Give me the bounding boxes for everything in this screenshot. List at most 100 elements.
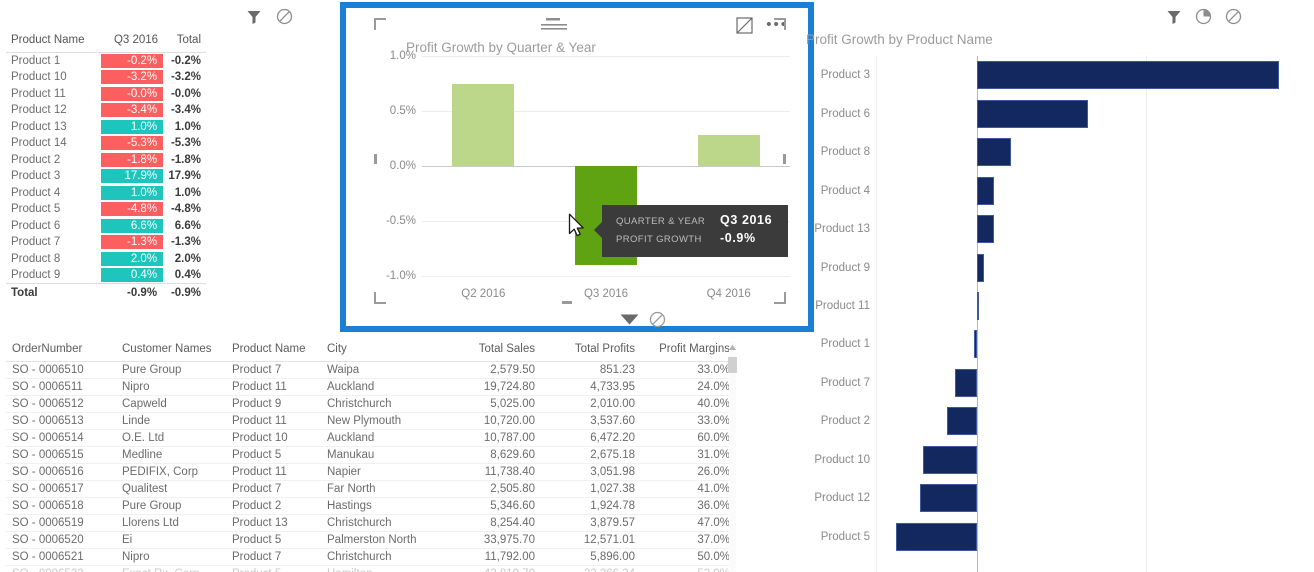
category-tick[interactable]: Product 1 (821, 338, 870, 350)
no-entry-icon[interactable] (649, 311, 666, 328)
horizontal-bar[interactable] (977, 61, 1279, 90)
chart-title: Profit Growth by Quarter & Year (406, 40, 596, 55)
table-row[interactable]: SO - 0006512 Capweld Product 9 Christchurch… (6, 395, 736, 413)
scrollbar-track[interactable] (729, 341, 736, 572)
x-axis-tick[interactable]: Q2 2016 (461, 288, 505, 300)
x-axis-tick[interactable]: Q3 2016 (584, 288, 628, 300)
matrix-row[interactable]: Product 6 6.6% 6.6% (6, 218, 206, 235)
category-tick[interactable]: Product 8 (821, 146, 870, 158)
matrix-col-q3-2016[interactable]: Q3 2016 (101, 31, 164, 53)
matrix-row[interactable]: Product 3 17.9% 17.9% (6, 168, 206, 185)
orders-col-header[interactable]: Total Sales (441, 341, 541, 362)
no-entry-icon[interactable] (1225, 8, 1242, 25)
table-row[interactable]: SO - 0006513 Linde Product 11 New Plymouth 1… (6, 412, 736, 430)
matrix-col-total[interactable]: Total (163, 31, 206, 53)
matrix-row[interactable]: Product 10 -3.2% -3.2% (6, 69, 206, 86)
orders-col-header[interactable]: Customer Names (116, 341, 226, 362)
matrix-cell-q3: -4.8% (101, 201, 164, 218)
matrix-row[interactable]: Product 13 1.0% 1.0% (6, 119, 206, 136)
horizontal-bar[interactable] (977, 292, 980, 320)
category-tick[interactable]: Product 4 (821, 185, 870, 197)
filter-icon[interactable] (1166, 9, 1182, 25)
table-row[interactable]: SO - 0006514 O.E. Ltd Product 10 Auckland 10… (6, 429, 736, 447)
category-tick[interactable]: Product 10 (814, 454, 870, 466)
y-axis-labels: 1.0% 0.5% 0.0% -0.5% -1.0% (370, 50, 416, 308)
matrix-row[interactable]: Product 1 -0.2% -0.2% (6, 53, 206, 70)
table-row[interactable]: SO - 0006510 Pure Group Product 7 Waipa 2,57… (6, 361, 736, 379)
matrix-cell-total: -4.8% (170, 203, 201, 216)
category-tick[interactable]: Product 7 (821, 377, 870, 389)
orders-col-header[interactable]: Profit Margins (641, 341, 736, 362)
orders-col-header[interactable]: City (321, 341, 441, 362)
category-tick[interactable]: Product 12 (814, 492, 870, 504)
table-row[interactable]: SO - 0006518 Pure Group Product 2 Hastings 5… (6, 497, 736, 515)
sort-hamburger-icon[interactable] (541, 18, 567, 32)
category-tick[interactable]: Product 9 (821, 262, 870, 274)
horizontal-bar[interactable] (977, 138, 1011, 167)
column-bar[interactable] (697, 135, 760, 166)
horizontal-bar[interactable] (896, 522, 978, 551)
orders-col-header[interactable]: OrderNumber (6, 341, 116, 362)
matrix-cell-q3: 0.4% (101, 267, 164, 284)
matrix-col-product-name[interactable]: Product Name (6, 31, 102, 53)
table-cell: Product 5 (226, 531, 321, 549)
right-visual-header-icons (1166, 8, 1242, 25)
no-entry-icon[interactable] (276, 8, 293, 25)
matrix-row[interactable]: Product 12 -3.4% -3.4% (6, 102, 206, 119)
horizontal-bar[interactable] (955, 368, 978, 397)
table-cell: 33,975.70 (441, 531, 541, 549)
table-cell: Product 9 (226, 395, 321, 413)
quarter-year-column-chart[interactable]: ••• Profit Growth by Quarter & Year 1.0%… (346, 8, 808, 326)
table-row[interactable]: SO - 0006521 Nipro Product 7 Christchurch 11… (6, 548, 736, 566)
scroll-up-arrow-icon[interactable] (728, 344, 737, 351)
horizontal-bar[interactable] (977, 253, 984, 282)
orders-col-header[interactable]: Total Profits (541, 341, 641, 362)
category-tick[interactable]: Product 5 (821, 531, 870, 543)
category-tick[interactable]: Product 13 (814, 223, 870, 235)
horizontal-bar[interactable] (923, 445, 978, 474)
table-cell: SO - 0006514 (6, 429, 116, 447)
profit-growth-matrix[interactable]: Product Name Q3 2016 Total Product 1 -0.2… (6, 31, 206, 300)
horizontal-bar[interactable] (977, 99, 1089, 128)
matrix-cell-product: Product 1 (11, 55, 61, 67)
matrix-row[interactable]: Product 4 1.0% 1.0% (6, 185, 206, 202)
matrix-cell-product: Product 3 (11, 170, 61, 183)
resize-handle-top-left[interactable] (374, 18, 386, 30)
matrix-row[interactable]: Product 14 -5.3% -5.3% (6, 135, 206, 152)
y-axis-tick: -0.5% (385, 215, 416, 227)
table-row[interactable]: SO - 0006517 Qualitest Product 7 Far North 2… (6, 480, 736, 498)
orders-col-header[interactable]: Product Name (226, 341, 321, 362)
orders-data-table[interactable]: OrderNumber Customer Names Product Name Cit… (6, 341, 746, 572)
profit-growth-by-product-visual[interactable]: Profit Growth by Product Name Product 3P… (770, 26, 1314, 572)
horizontal-bar[interactable] (977, 215, 994, 244)
table-row[interactable]: SO - 0006511 Nipro Product 11 Auckland 19,72… (6, 378, 736, 396)
horizontal-bar[interactable] (973, 330, 978, 359)
table-row[interactable]: SO - 0006516 PEDIFIX, Corp Product 11 Napie… (6, 463, 736, 481)
focus-mode-icon[interactable] (736, 17, 753, 34)
table-row[interactable]: SO - 0006520 Ei Product 5 Palmerston North 3… (6, 531, 736, 549)
horizontal-bar[interactable] (977, 176, 994, 205)
filter-icon[interactable] (246, 9, 262, 25)
column-bar[interactable] (452, 83, 515, 166)
category-tick[interactable]: Product 6 (821, 108, 870, 120)
horizontal-bar[interactable] (919, 484, 978, 513)
matrix-row[interactable]: Product 9 0.4% 0.4% (6, 267, 206, 284)
matrix-row[interactable]: Product 8 2.0% 2.0% (6, 251, 206, 268)
filter-applied-icon[interactable] (620, 313, 639, 326)
table-row[interactable]: SO - 0006519 Llorens Ltd Product 13 Christc… (6, 514, 736, 532)
x-axis-tick[interactable]: Q4 2016 (707, 288, 751, 300)
selected-visual-frame[interactable]: ••• Profit Growth by Quarter & Year 1.0%… (340, 2, 814, 332)
horizontal-bar[interactable] (946, 407, 978, 436)
matrix-row[interactable]: Product 2 -1.8% -1.8% (6, 152, 206, 169)
category-tick[interactable]: Product 11 (815, 300, 870, 312)
matrix-row[interactable]: Product 7 -1.3% -1.3% (6, 234, 206, 251)
matrix-row[interactable]: Product 5 -4.8% -4.8% (6, 201, 206, 218)
category-tick[interactable]: Product 3 (821, 69, 870, 81)
pie-focus-icon[interactable] (1195, 8, 1212, 25)
scrollbar-thumb[interactable] (728, 357, 737, 373)
matrix-row[interactable]: Product 11 -0.0% -0.0% (6, 86, 206, 103)
table-vertical-scrollbar[interactable] (726, 341, 738, 572)
category-tick[interactable]: Product 2 (821, 415, 870, 427)
table-row[interactable]: SO - 0006522Exact Rx, CorpProduct 5Hamil… (6, 566, 736, 572)
table-row[interactable]: SO - 0006515 Medline Product 5 Manukau 8,629… (6, 446, 736, 464)
